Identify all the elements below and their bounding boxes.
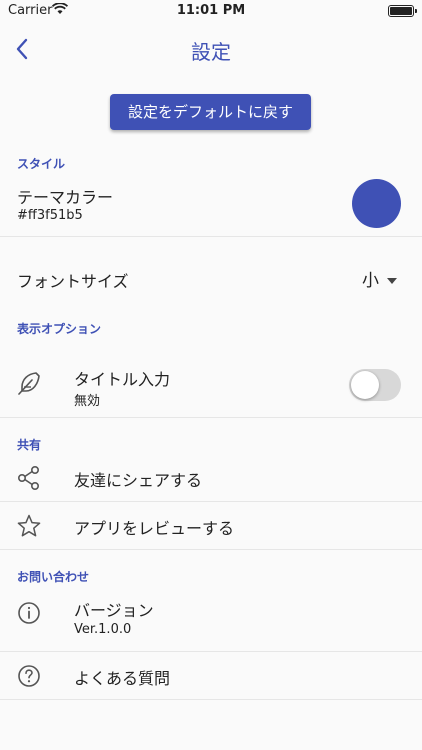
font-size-value: 小: [362, 271, 379, 291]
page-title: 設定: [191, 40, 231, 64]
feather-icon: [16, 370, 42, 396]
review-app-label: アプリをレビューする: [74, 519, 235, 538]
theme-color-swatch[interactable]: [352, 179, 401, 228]
section-header-contact: お問い合わせ: [17, 570, 90, 584]
title-input-toggle[interactable]: [349, 369, 401, 401]
title-input-status: 無効: [74, 394, 101, 409]
info-icon: [16, 600, 42, 626]
battery-icon: [388, 5, 417, 17]
help-icon: [16, 663, 42, 689]
dropdown-arrow-icon: [387, 278, 397, 284]
share-icon: [16, 465, 42, 491]
review-app-row[interactable]: アプリをレビューする: [0, 502, 422, 548]
divider: [0, 699, 422, 700]
title-input-label: タイトル入力: [74, 370, 171, 389]
share-friends-row[interactable]: 友達にシェアする: [0, 454, 422, 500]
toggle-knob: [351, 371, 379, 399]
faq-label: よくある質問: [74, 669, 171, 688]
font-size-dropdown[interactable]: 小: [362, 266, 397, 291]
divider: [0, 549, 422, 550]
theme-color-label: テーマカラー: [17, 188, 114, 207]
reset-defaults-button[interactable]: 設定をデフォルトに戻す: [110, 94, 311, 130]
version-label: バージョン: [74, 601, 154, 620]
status-bar: Carrier 11:01 PM: [0, 0, 422, 22]
faq-row[interactable]: よくある質問: [0, 652, 422, 698]
divider: [0, 417, 422, 418]
navigation-bar: 設定: [0, 22, 422, 78]
section-header-style: スタイル: [17, 157, 66, 171]
share-friends-label: 友達にシェアする: [74, 471, 203, 490]
version-value: Ver.1.0.0: [74, 622, 132, 637]
star-icon: [16, 513, 42, 539]
version-row: バージョン Ver.1.0.0: [0, 588, 422, 650]
font-size-row[interactable]: フォントサイズ: [0, 237, 422, 319]
theme-color-value: #ff3f51b5: [17, 208, 83, 223]
clock: 11:01 PM: [176, 3, 246, 18]
section-header-share: 共有: [17, 438, 42, 452]
section-header-display: 表示オプション: [17, 322, 102, 336]
font-size-label: フォントサイズ: [17, 272, 129, 291]
